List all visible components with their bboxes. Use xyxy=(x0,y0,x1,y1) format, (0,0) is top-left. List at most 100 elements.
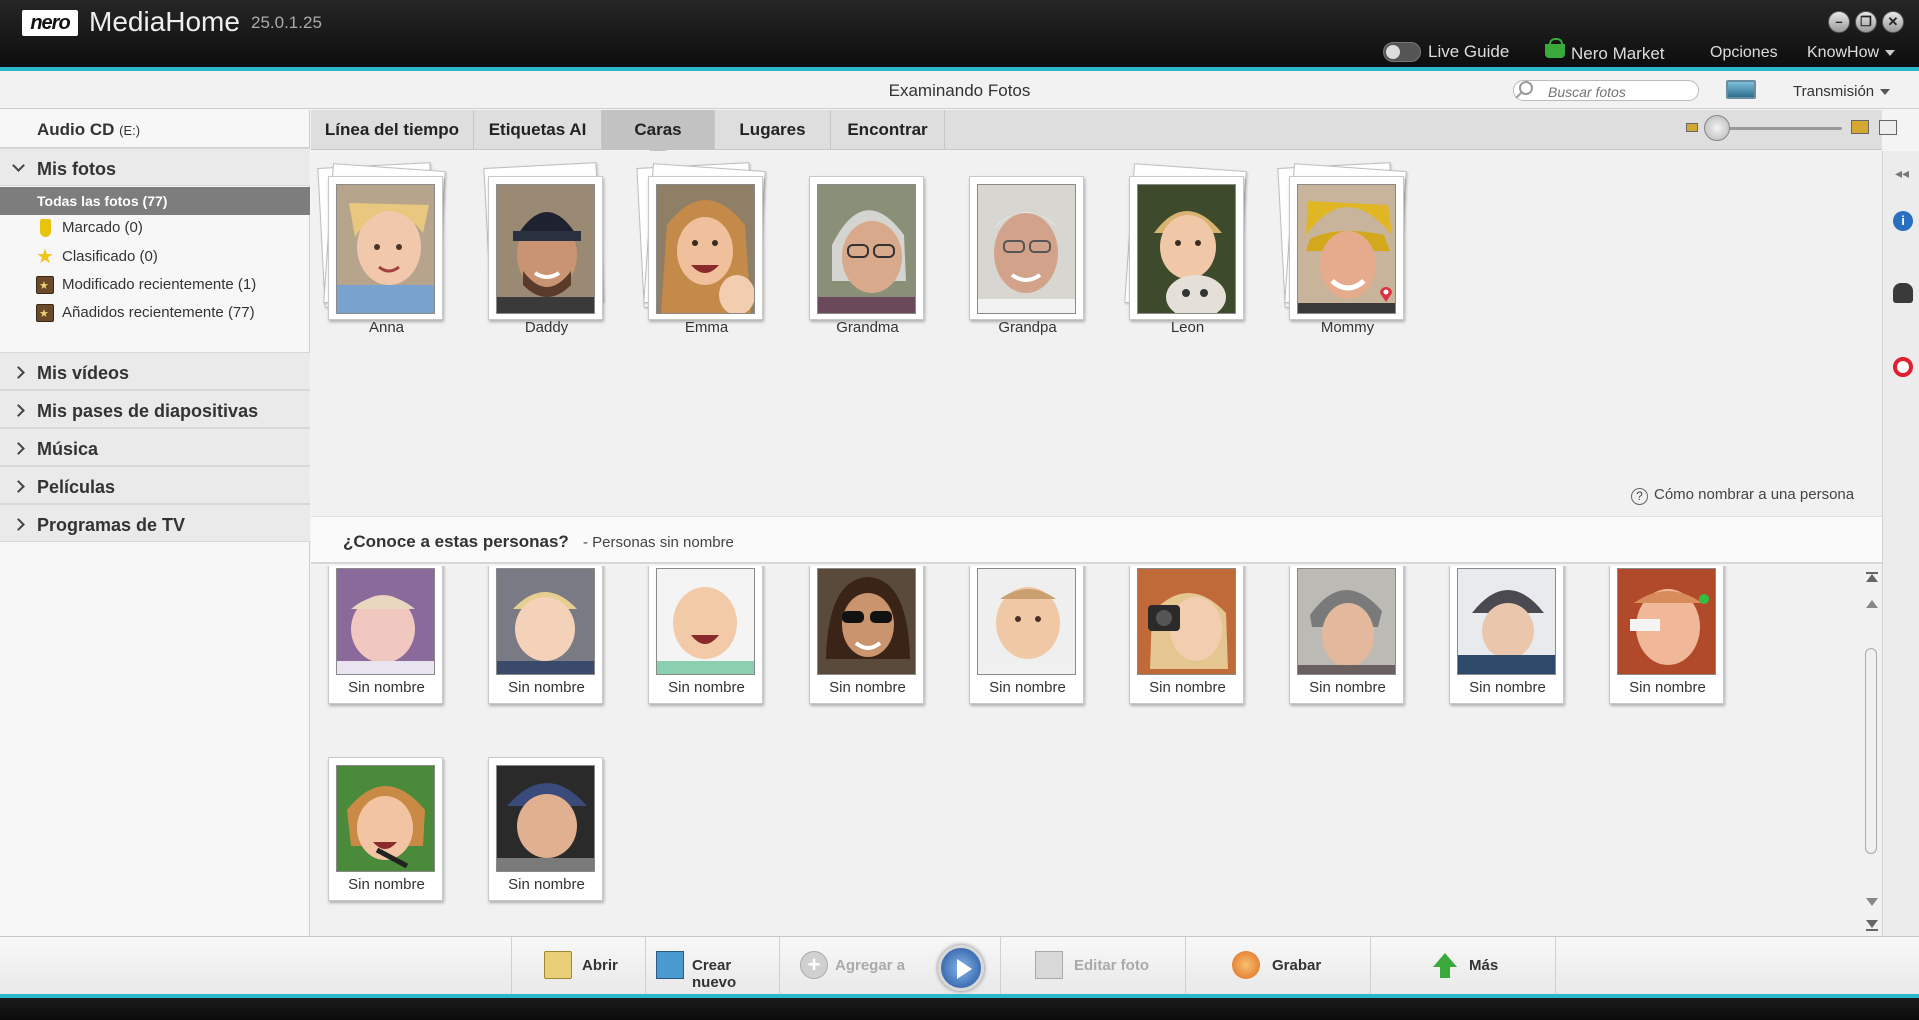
face-card-grandma[interactable]: Grandma xyxy=(809,176,924,336)
face-name: Sin nombre xyxy=(1149,679,1226,696)
section-label: Programas de TV xyxy=(37,515,186,535)
sidebar-item-marcado[interactable]: Marcado (0) xyxy=(36,218,143,240)
scroll-top-button[interactable] xyxy=(1866,574,1878,582)
search-input[interactable] xyxy=(1513,80,1699,101)
face-photo xyxy=(1297,568,1396,675)
sub-header: Examinando Fotos Transmisión xyxy=(0,71,1919,109)
tab-lugares[interactable]: Lugares xyxy=(715,110,831,150)
agregar-label: Agregar a xyxy=(835,957,906,974)
minimize-button[interactable]: – xyxy=(1828,11,1850,33)
zoom-in-icon[interactable] xyxy=(1851,120,1869,134)
face-card-mommy[interactable]: Mommy xyxy=(1289,176,1404,336)
face-photo xyxy=(336,184,435,314)
collapse-panel-icon[interactable]: ◂◂ xyxy=(1895,165,1909,182)
bottom-band xyxy=(0,998,1919,1020)
sidebar-audio-cd[interactable]: Audio CD (E:) xyxy=(0,110,310,148)
section-label: Mis pases de diapositivas xyxy=(37,401,259,421)
location-icon[interactable] xyxy=(1893,357,1913,377)
unnamed-face-card[interactable]: Sin nombre xyxy=(809,566,924,704)
sidebar-item-modificado[interactable]: Modificado recientemente (1) xyxy=(36,275,256,297)
face-card-grandpa[interactable]: Grandpa xyxy=(969,176,1084,336)
restore-button[interactable]: ❐ xyxy=(1855,11,1877,33)
face-name: Grandma xyxy=(836,319,899,336)
sidebar-section-peliculas[interactable]: Películas xyxy=(0,466,310,504)
scroll-up-button[interactable] xyxy=(1866,600,1878,608)
sidebar-section-programas[interactable]: Programas de TV xyxy=(0,504,310,542)
how-to-name-link[interactable]: ? Cómo nombrar a una persona xyxy=(1631,486,1854,505)
scroll-thumb[interactable] xyxy=(1865,648,1877,854)
options-menu[interactable]: Opciones xyxy=(1710,44,1778,62)
unnamed-face-card[interactable]: Sin nombre xyxy=(648,566,763,704)
live-guide-toggle[interactable] xyxy=(1383,42,1421,62)
nero-market-link[interactable]: Nero Market xyxy=(1571,44,1665,64)
tabs-bar: Línea del tiempo Etiquetas AI Caras Luga… xyxy=(311,110,1882,158)
chevron-right-icon xyxy=(12,442,25,455)
tab-encontrar[interactable]: Encontrar xyxy=(831,110,945,150)
section-label: Mis vídeos xyxy=(37,363,130,383)
face-card-anna[interactable]: Anna xyxy=(328,176,443,336)
scroll-top-bar xyxy=(1866,572,1878,574)
abrir-label: Abrir xyxy=(582,957,618,974)
mas-label: Más xyxy=(1469,957,1499,974)
sidebar-section-mis-fotos[interactable]: Mis fotos xyxy=(0,148,310,186)
sidebar-item-clasificado[interactable]: ★ Clasificado (0) xyxy=(36,247,158,269)
sidebar-item-anadidos[interactable]: Añadidos recientemente (77) xyxy=(36,303,255,325)
unnamed-face-card[interactable]: Sin nombre xyxy=(328,757,443,901)
section-label: Música xyxy=(37,439,99,459)
face-card-daddy[interactable]: Daddy xyxy=(488,176,603,336)
sidebar-item-todas-las-fotos[interactable]: Todas las fotos (77) xyxy=(0,187,310,215)
transmision-menu[interactable]: Transmisión xyxy=(1793,83,1891,100)
section-label: Películas xyxy=(37,477,116,497)
unnamed-face-card[interactable]: Sin nombre xyxy=(1609,566,1724,704)
unnamed-face-card[interactable]: Sin nombre xyxy=(488,757,603,901)
vertical-scrollbar[interactable] xyxy=(1862,572,1880,936)
face-photo xyxy=(656,184,755,314)
sidebar-section-mis-videos[interactable]: Mis vídeos xyxy=(0,352,310,390)
crear-nuevo-button[interactable]: Crear nuevo xyxy=(645,937,779,994)
zoom-out-icon[interactable] xyxy=(1686,123,1698,132)
sidebar-section-pases[interactable]: Mis pases de diapositivas xyxy=(0,390,310,428)
right-panel-bar: ◂◂ i xyxy=(1882,151,1919,936)
tab-caras[interactable]: Caras xyxy=(602,110,715,158)
face-name: Sin nombre xyxy=(1309,679,1386,696)
face-card-emma[interactable]: Emma xyxy=(648,176,763,336)
open-folder-icon xyxy=(544,951,572,979)
knowhow-menu[interactable]: KnowHow xyxy=(1807,44,1896,62)
audio-cd-label: Audio CD xyxy=(37,120,115,139)
grabar-button[interactable]: Grabar xyxy=(1185,937,1370,994)
unnamed-face-card[interactable]: Sin nombre xyxy=(1449,566,1564,704)
unnamed-face-card[interactable]: Sin nombre xyxy=(1129,566,1244,704)
tab-linea-del-tiempo[interactable]: Línea del tiempo xyxy=(311,110,474,150)
editar-foto-button[interactable]: Editar foto xyxy=(1000,937,1185,994)
face-photo xyxy=(817,184,916,314)
crear-label: Crear nuevo xyxy=(692,957,737,991)
monitor-icon[interactable] xyxy=(1726,80,1756,99)
info-icon[interactable]: i xyxy=(1893,211,1913,231)
mas-button[interactable]: Más xyxy=(1370,937,1556,994)
add-icon: + xyxy=(800,951,828,979)
scroll-bottom-button[interactable] xyxy=(1866,920,1878,928)
face-name: Grandpa xyxy=(998,319,1057,336)
close-button[interactable]: ✕ xyxy=(1882,11,1904,33)
unnamed-face-card[interactable]: Sin nombre xyxy=(488,566,603,704)
live-guide-label[interactable]: Live Guide xyxy=(1428,42,1509,62)
abrir-button[interactable]: Abrir xyxy=(511,937,645,994)
face-name: Sin nombre xyxy=(1469,679,1546,696)
person-tag-icon[interactable] xyxy=(1893,283,1913,303)
sidebar-section-musica[interactable]: Música xyxy=(0,428,310,466)
unnamed-face-card[interactable]: Sin nombre xyxy=(328,566,443,704)
chevron-right-icon xyxy=(12,518,25,531)
view-options-button[interactable] xyxy=(1879,120,1897,135)
scroll-down-button[interactable] xyxy=(1866,898,1878,906)
face-card-leon[interactable]: Leon xyxy=(1129,176,1244,336)
chevron-right-icon xyxy=(12,404,25,417)
unnamed-face-card[interactable]: Sin nombre xyxy=(1289,566,1404,704)
zoom-slider-handle[interactable] xyxy=(1704,115,1730,141)
face-name: Sin nombre xyxy=(508,679,585,696)
agregar-a-button[interactable]: + Agregar a xyxy=(779,937,913,994)
chevron-right-icon xyxy=(12,480,25,493)
burn-disc-icon xyxy=(1232,951,1260,979)
play-button[interactable] xyxy=(938,945,984,991)
tab-etiquetas-ai[interactable]: Etiquetas AI xyxy=(474,110,602,150)
unnamed-face-card[interactable]: Sin nombre xyxy=(969,566,1084,704)
